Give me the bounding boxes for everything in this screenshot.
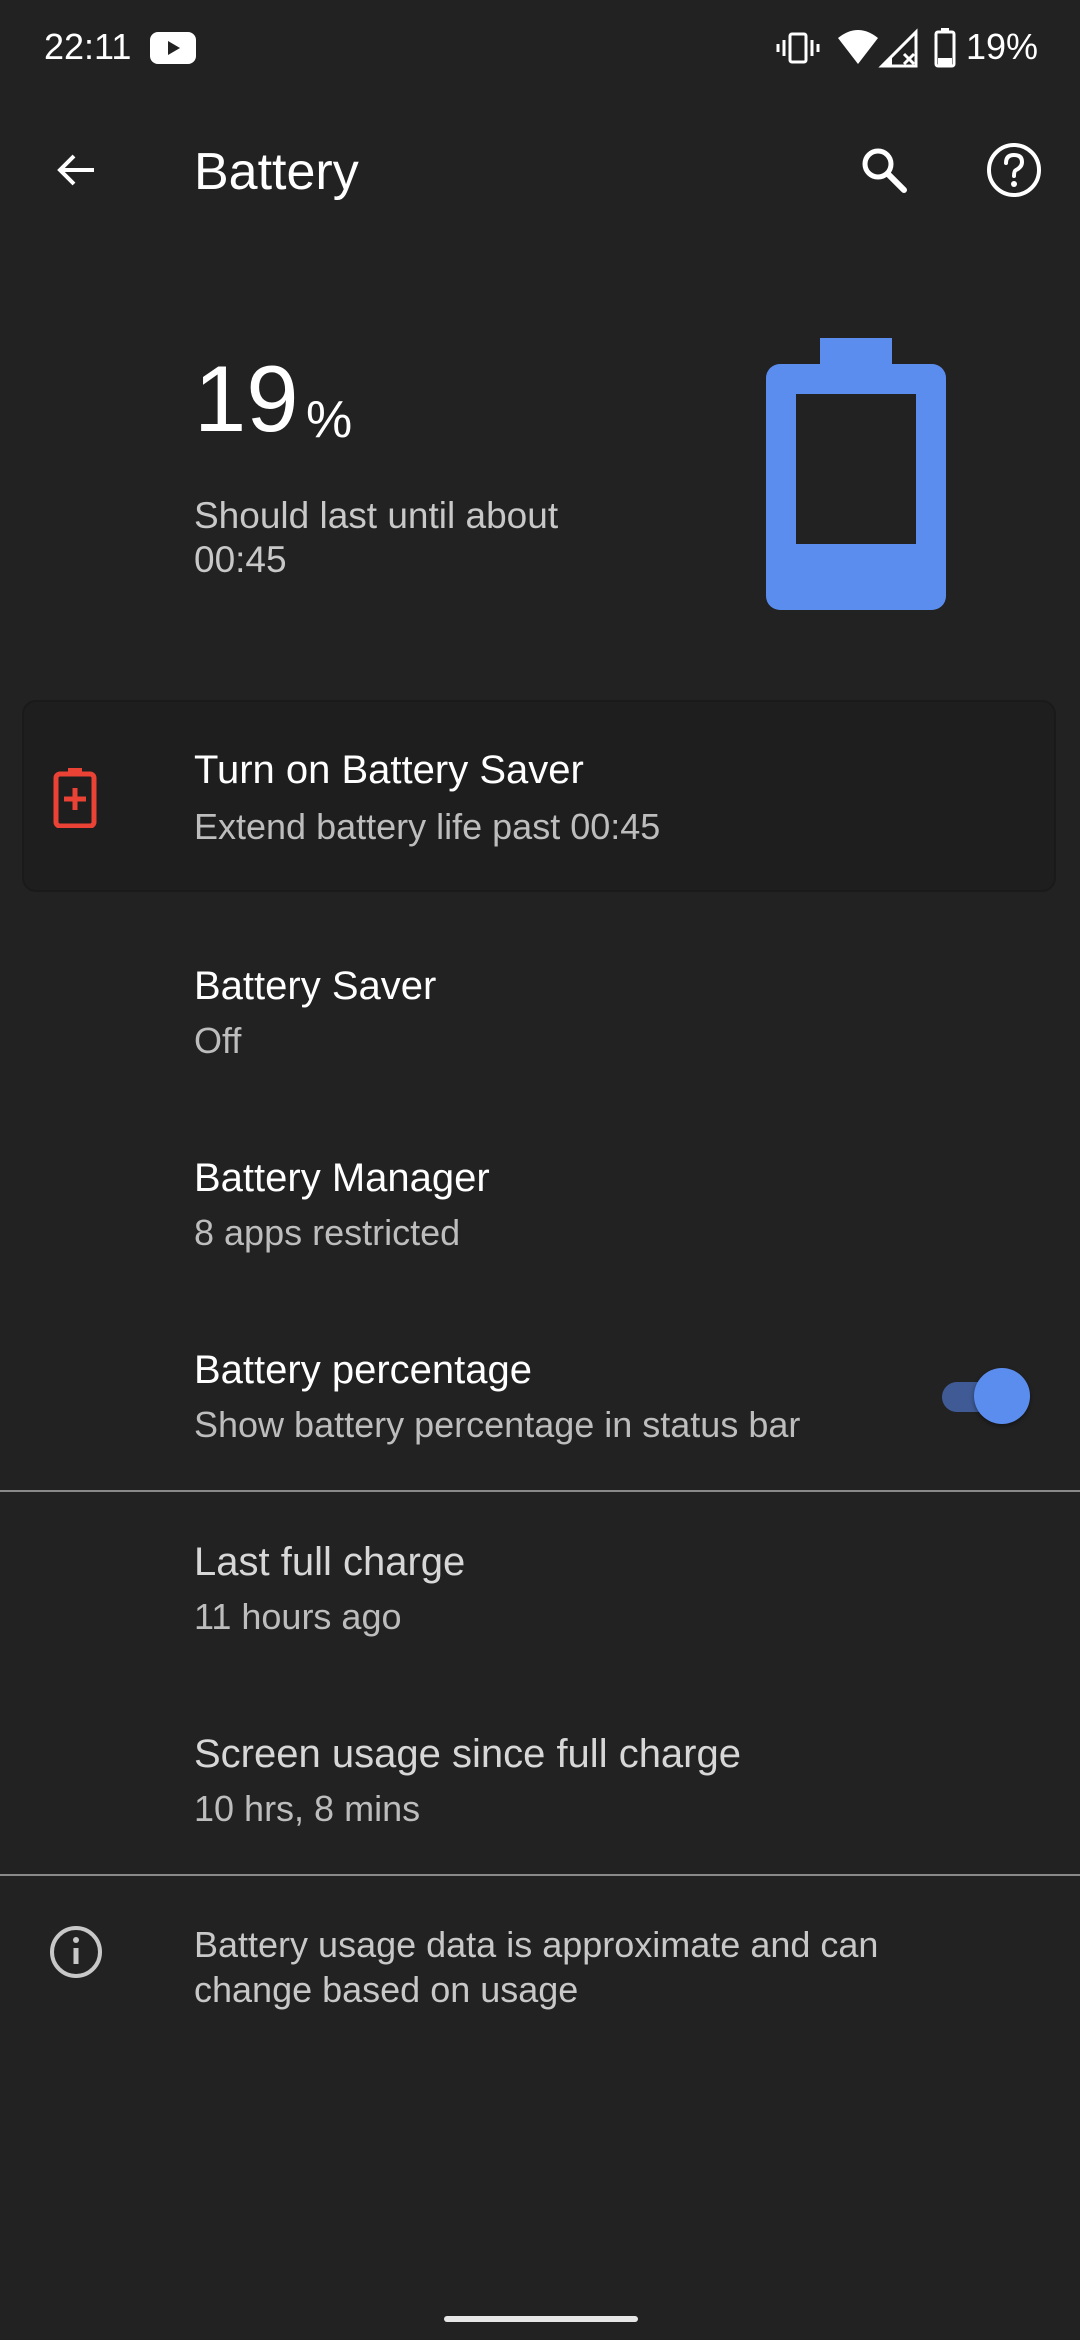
vibrate-icon [776, 32, 820, 64]
battery-percentage-toggle[interactable] [938, 1366, 1030, 1426]
battery-level-icon [766, 338, 946, 610]
battery-saver-item[interactable]: Battery Saver Off [0, 940, 1080, 1090]
help-icon [987, 143, 1041, 197]
help-button[interactable] [974, 130, 1054, 210]
status-time: 22:11 [44, 26, 132, 67]
battery-percentage-item[interactable]: Battery percentage Show battery percenta… [0, 1324, 1080, 1474]
last-full-charge-value: 11 hours ago [194, 1596, 402, 1637]
screen-usage-item: Screen usage since full charge 10 hrs, 8… [0, 1708, 1080, 1858]
toggle-thumb [974, 1368, 1030, 1424]
battery-percentage-subtitle: Show battery percentage in status bar [194, 1404, 801, 1445]
divider [0, 1490, 1080, 1492]
screen-usage-value: 10 hrs, 8 mins [194, 1788, 421, 1829]
battery-usage-disclaimer: Battery usage data is approximate and ca… [194, 1924, 879, 2010]
signal-icon [878, 28, 918, 68]
youtube-icon [150, 32, 196, 64]
search-button[interactable] [844, 130, 924, 210]
battery-saver-suggestion-card[interactable] [22, 700, 1056, 892]
back-arrow-icon [57, 154, 94, 186]
last-full-charge-item: Last full charge 11 hours ago [0, 1516, 1080, 1666]
home-indicator[interactable] [444, 2316, 638, 2322]
battery-saver-title: Battery Saver [194, 964, 437, 1008]
status-battery-percent: 19% [966, 26, 1039, 67]
battery-saver-status: Off [194, 1020, 242, 1061]
battery-manager-title: Battery Manager [194, 1156, 490, 1200]
battery-icon [934, 28, 956, 68]
battery-saver-suggestion-subtitle: Extend battery life past 00:45 [194, 806, 661, 847]
battery-estimate: Should last until about 00:45 [194, 495, 559, 580]
battery-manager-item[interactable]: Battery Manager 8 apps restricted [0, 1132, 1080, 1282]
info-icon [50, 1926, 102, 1978]
battery-saver-suggestion-title: Turn on Battery Saver [194, 748, 584, 792]
back-button[interactable] [36, 130, 116, 210]
battery-plus-icon [53, 768, 97, 828]
screen-usage-title: Screen usage since full charge [194, 1732, 741, 1776]
battery-percentage-title: Battery percentage [194, 1348, 532, 1392]
battery-manager-status: 8 apps restricted [194, 1212, 461, 1253]
battery-percent-value: 19 [194, 346, 299, 451]
last-full-charge-title: Last full charge [194, 1540, 466, 1584]
search-icon [862, 148, 907, 193]
divider [0, 1874, 1080, 1876]
wifi-icon [838, 30, 878, 64]
page-title: Battery [194, 143, 359, 201]
battery-percent-symbol: % [306, 391, 353, 449]
